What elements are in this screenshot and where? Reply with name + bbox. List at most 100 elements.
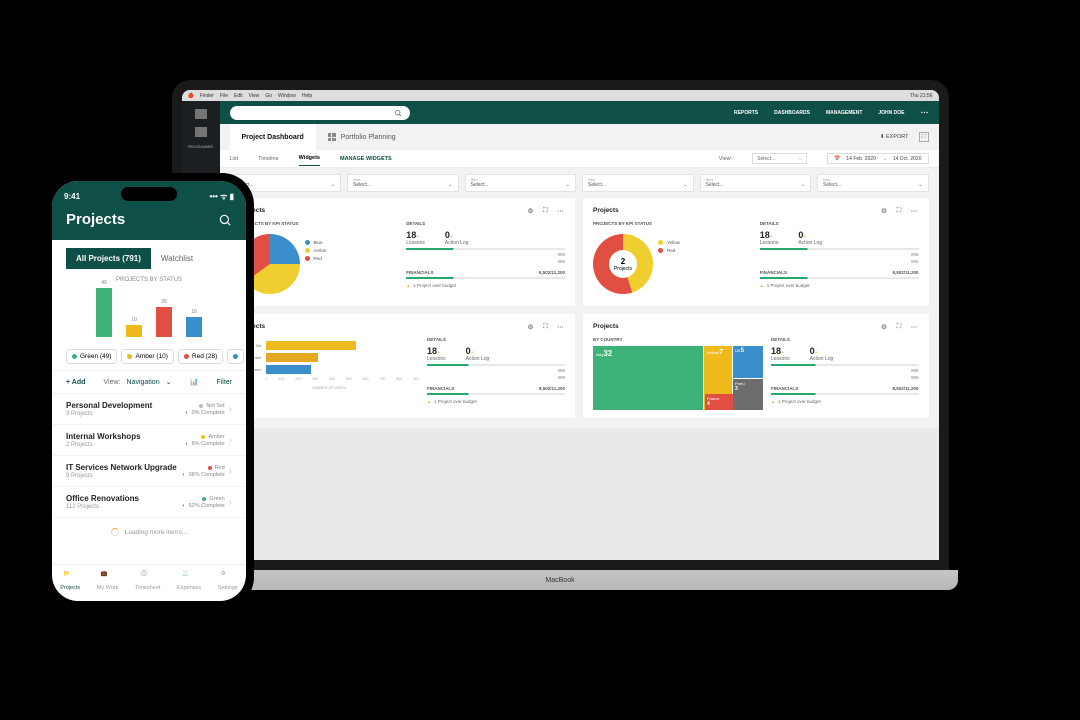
laptop-mockup: 🍎 Finder File Edit View Go Window Help T…: [162, 80, 958, 616]
donut-chart: 2Projects: [593, 234, 653, 294]
details-title: DETAILS: [760, 221, 919, 226]
laptop-screen: 🍎 Finder File Edit View Go Window Help T…: [172, 80, 949, 570]
sidebar-programmes-icon[interactable]: [195, 127, 207, 137]
subtab-timeline[interactable]: Timeline: [258, 156, 279, 162]
more-icon[interactable]: ⋯: [910, 322, 919, 331]
nav-expenses[interactable]: 🧾Expenses: [177, 571, 201, 591]
add-button[interactable]: + Add: [66, 379, 85, 386]
menu-file[interactable]: File: [220, 93, 228, 99]
widget-projects-donut: Projects ⚙ ⛶ ⋯ PROJECTS BY KPI STATUS 2Proj…: [583, 198, 929, 306]
legend-amber[interactable]: Amber (10): [121, 349, 174, 364]
filter-4[interactable]: filterSelect...⌄: [582, 174, 694, 192]
gear-icon[interactable]: ⚙: [526, 322, 535, 331]
legend-blue[interactable]: [227, 349, 244, 364]
phone-toolbar: + Add View: Navigation ⌄ 📊 Filter: [52, 370, 246, 394]
more-icon[interactable]: ⋯: [556, 322, 565, 331]
chevron-right-icon: ›: [229, 404, 232, 415]
export-label: EXPORT: [886, 134, 909, 140]
calendar-icon: 📅: [834, 156, 840, 162]
nav-mywork[interactable]: 💼My Work: [97, 571, 119, 591]
nav-management[interactable]: MANAGEMENT: [826, 110, 862, 116]
chart-legend: Blue Amber Red: [305, 230, 327, 298]
subtab-widgets[interactable]: Widgets: [299, 155, 320, 166]
tab-watchlist[interactable]: Watchlist: [151, 248, 203, 269]
export-button[interactable]: ⬇ EXPORT: [880, 134, 909, 140]
statusbar-icons: ••• ᯤ ▮: [209, 191, 234, 202]
budget-warning: 1 Project over budget: [406, 283, 565, 288]
menu-go[interactable]: Go: [265, 93, 272, 99]
projects-list[interactable]: Personal Development3 Projects Not Set◐ …: [52, 394, 246, 564]
widget-projects-treemap: Projects⚙⛶⋯ BY COUNTRY Italy32 Ireland7 …: [583, 314, 929, 418]
widget-projects-pie: Projects⚙⛶⋯ PROJECTS BY KPI STATUS Blue …: [230, 198, 576, 306]
chart-title: PROJECTS BY KPI STATUS: [593, 221, 752, 226]
search-icon: [394, 109, 402, 117]
phone-tabs: All Projects (791) Watchlist: [52, 240, 246, 269]
gear-icon: ⚙: [221, 571, 235, 583]
loading-indicator: Loading more items...: [52, 518, 246, 546]
filter-3[interactable]: filterSelect...⌄: [465, 174, 577, 192]
nav-settings[interactable]: ⚙Settings: [218, 571, 238, 591]
menu-view[interactable]: View: [249, 93, 260, 99]
expand-icon[interactable]: ⛶: [541, 322, 550, 331]
nav-reports[interactable]: REPORTS: [734, 110, 758, 116]
sidebar-label: PROGRAMMES: [188, 145, 214, 149]
phone-mockup: 9:41 ••• ᯤ ▮ Projects All Projects (791)…: [44, 173, 254, 609]
filter-2[interactable]: filterSelect...⌄: [347, 174, 459, 192]
widget-projects-hbar: Projects⚙⛶⋯ Not Set Amber Green 01002003…: [230, 314, 576, 418]
legend-green[interactable]: Green (49): [66, 349, 117, 364]
global-search-input[interactable]: [230, 106, 410, 120]
view-select[interactable]: Select...⌄: [752, 153, 807, 164]
widgets-grid: Projects ⚙ ⛶ ⋯ PROJECTS BY KPI STATUS Blue …: [220, 198, 939, 428]
apple-icon: 🍎: [188, 93, 194, 99]
nav-projects[interactable]: 📁Projects: [60, 571, 80, 591]
date-range-picker[interactable]: 📅 14 Feb. 2020 → 14 Oct. 2020: [827, 153, 928, 164]
list-item[interactable]: Personal Development3 Projects Not Set◐ …: [52, 394, 246, 425]
nav-dashboards[interactable]: DASHBOARDS: [774, 110, 810, 116]
nav-timesheet[interactable]: 🕐Timesheet: [135, 571, 160, 591]
subtab-list[interactable]: List: [230, 156, 239, 162]
search-icon[interactable]: [218, 213, 232, 227]
expand-icon[interactable]: ⛶: [895, 322, 904, 331]
menu-finder[interactable]: Finder: [200, 93, 214, 99]
more-icon[interactable]: ⋯: [921, 108, 929, 117]
menu-edit[interactable]: Edit: [234, 93, 243, 99]
phone-bottom-nav: 📁Projects 💼My Work 🕐Timesheet 🧾Expenses …: [52, 564, 246, 601]
laptop-base: MacBook: [162, 570, 958, 590]
expand-icon[interactable]: ⛶: [541, 206, 550, 215]
filter-6[interactable]: filterSelect...⌄: [817, 174, 929, 192]
metric-actionlog: 0+Action Log: [445, 230, 469, 246]
more-icon[interactable]: ⋯: [910, 206, 919, 215]
widget-title: Projects: [593, 207, 619, 214]
phone-chart-legend: Green (49) Amber (10) Red (28): [52, 343, 246, 370]
sidebar-home-icon[interactable]: [195, 109, 207, 119]
receipt-icon: 🧾: [182, 571, 196, 583]
list-item[interactable]: IT Services Network Upgrade9 Projects Re…: [52, 456, 246, 487]
more-icon[interactable]: ⋯: [556, 206, 565, 215]
details-title: DETAILS: [406, 221, 565, 226]
gear-icon[interactable]: ⚙: [526, 206, 535, 215]
legend-red[interactable]: Red (28): [178, 349, 223, 364]
expand-icon[interactable]: ⛶: [895, 206, 904, 215]
list-item[interactable]: Internal Workshops2 Projects Amber◐ 6% C…: [52, 425, 246, 456]
tab-portfolio-planning[interactable]: Portfolio Planning: [316, 124, 408, 150]
manage-widgets-button[interactable]: MANAGE WIDGETS: [340, 156, 392, 162]
app-header: REPORTS DASHBOARDS MANAGEMENT JOHN DOE ⋯: [220, 101, 939, 124]
list-item[interactable]: Office Renovations112 Projects Green◐ 62…: [52, 487, 246, 518]
view-selector[interactable]: View: Navigation ⌄: [104, 378, 172, 386]
treemap-chart: Italy32 Ireland7 UK5 Portu3 France4: [593, 346, 763, 410]
expand-button[interactable]: ⛶: [919, 132, 929, 142]
tab-all-projects[interactable]: All Projects (791): [66, 248, 151, 269]
sub-nav-bar: List Timeline Widgets MANAGE WIDGETS Vie…: [220, 150, 939, 168]
menu-help[interactable]: Help: [302, 93, 312, 99]
filter-5[interactable]: filterSelect...⌄: [700, 174, 812, 192]
menu-window[interactable]: Window: [278, 93, 296, 99]
dashboard-tabs: Project Dashboard Portfolio Planning ⬇ E…: [220, 124, 939, 150]
filter-button[interactable]: Filter: [216, 379, 232, 386]
tab-project-dashboard[interactable]: Project Dashboard: [230, 124, 316, 150]
gear-icon[interactable]: ⚙: [880, 322, 889, 331]
gear-icon[interactable]: ⚙: [880, 206, 889, 215]
widget-title: Projects: [593, 323, 619, 330]
chart-toggle-icon[interactable]: 📊: [190, 378, 199, 386]
mac-menubar: 🍎 Finder File Edit View Go Window Help T…: [182, 90, 939, 101]
user-menu[interactable]: JOHN DOE: [878, 110, 904, 116]
